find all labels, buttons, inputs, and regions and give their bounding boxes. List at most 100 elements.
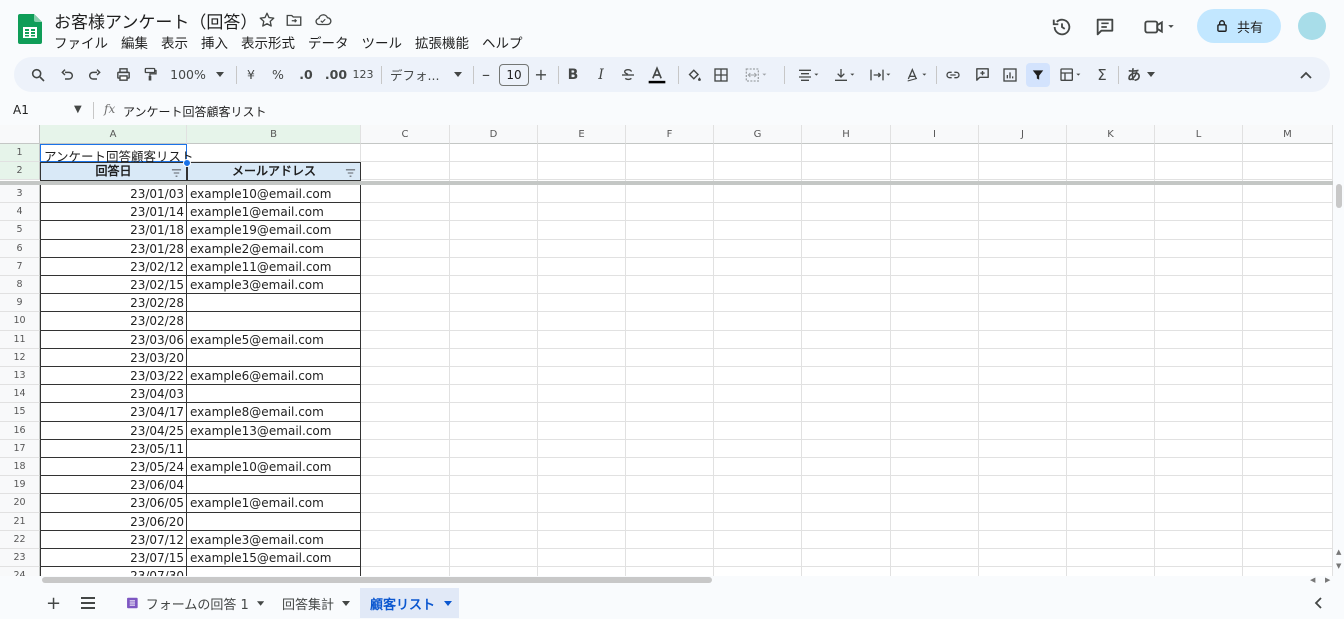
vertical-scrollbar[interactable]	[1336, 184, 1342, 208]
undo-icon[interactable]	[57, 57, 77, 92]
table-cell-email[interactable]	[187, 385, 361, 404]
column-header-e[interactable]: E	[538, 125, 626, 144]
menu-extensions[interactable]: 拡張機能	[415, 32, 469, 52]
row-header-19[interactable]: 19	[0, 476, 40, 495]
table-cell-email[interactable]: example11@email.com	[187, 257, 361, 276]
formula-input[interactable]: アンケート回答顧客リスト	[123, 103, 267, 120]
move-folder-icon[interactable]	[285, 11, 303, 29]
document-title[interactable]: お客様アンケート（回答）	[54, 8, 257, 33]
input-tools-button[interactable]: あ	[1124, 57, 1158, 92]
sheets-logo-icon[interactable]	[18, 14, 42, 44]
selection-handle[interactable]	[183, 159, 191, 167]
increase-font-size-button[interactable]: +	[534, 57, 548, 92]
insert-comment-icon[interactable]	[972, 57, 992, 92]
horizontal-scrollbar[interactable]	[42, 577, 712, 583]
table-cell-email[interactable]: example6@email.com	[187, 367, 361, 386]
table-cell-email[interactable]	[187, 512, 361, 531]
table-cell-email[interactable]	[187, 312, 361, 331]
row-header-14[interactable]: 14	[0, 385, 40, 404]
column-header-f[interactable]: F	[626, 125, 714, 144]
version-history-icon[interactable]	[1051, 16, 1075, 38]
table-cell-email[interactable]: example15@email.com	[187, 549, 361, 568]
row-header-12[interactable]: 12	[0, 348, 40, 367]
horizontal-align-icon[interactable]	[792, 57, 826, 92]
text-rotation-icon[interactable]	[900, 57, 934, 92]
name-box[interactable]: A1	[13, 103, 29, 117]
all-sheets-icon[interactable]	[80, 588, 98, 618]
increase-decimal-button[interactable]: .00	[323, 57, 349, 92]
row-header-17[interactable]: 17	[0, 439, 40, 458]
table-cell-email[interactable]: example19@email.com	[187, 221, 361, 240]
zoom-select[interactable]: 100%	[167, 57, 227, 92]
column-header-c[interactable]: C	[361, 125, 450, 144]
scroll-up-arrow-icon[interactable]: ▲	[1336, 548, 1341, 556]
row-header-13[interactable]: 13	[0, 367, 40, 386]
table-cell-email[interactable]	[187, 348, 361, 367]
row-header-4[interactable]: 4	[0, 203, 40, 222]
sidebar-collapse-icon[interactable]	[1314, 588, 1328, 618]
row-header-15[interactable]: 15	[0, 403, 40, 422]
column-header-h[interactable]: H	[802, 125, 891, 144]
table-cell-date[interactable]: 23/04/25	[40, 421, 187, 440]
table-cell-email[interactable]: example2@email.com	[187, 239, 361, 258]
cloud-saved-icon[interactable]	[313, 11, 332, 29]
menu-file[interactable]: ファイル	[54, 32, 108, 52]
font-family-select[interactable]: デフォ...	[390, 57, 462, 92]
menu-insert[interactable]: 挿入	[201, 32, 228, 52]
menu-edit[interactable]: 編集	[121, 32, 148, 52]
comments-icon[interactable]	[1094, 16, 1118, 38]
table-cell-date[interactable]: 23/07/15	[40, 549, 187, 568]
table-cell-date[interactable]: 23/05/24	[40, 458, 187, 477]
row-header-22[interactable]: 22	[0, 530, 40, 549]
row-header-5[interactable]: 5	[0, 221, 40, 240]
column-header-k[interactable]: K	[1067, 125, 1155, 144]
row-header-3[interactable]: 3	[0, 185, 40, 204]
table-cell-date[interactable]: 23/01/18	[40, 221, 187, 240]
print-icon[interactable]	[113, 57, 133, 92]
sheet-tab-summary[interactable]: 回答集計	[274, 588, 358, 618]
table-cell-date[interactable]: 23/03/20	[40, 348, 187, 367]
table-cell-date[interactable]: 23/02/12	[40, 257, 187, 276]
row-header-11[interactable]: 11	[0, 330, 40, 349]
percent-format-button[interactable]: %	[270, 57, 286, 92]
column-header-d[interactable]: D	[450, 125, 538, 144]
table-cell-email[interactable]	[187, 567, 361, 576]
table-cell-email[interactable]: example10@email.com	[187, 458, 361, 477]
search-menus-icon[interactable]	[28, 57, 48, 92]
column-header-l[interactable]: L	[1155, 125, 1243, 144]
table-cell-date[interactable]: 23/03/22	[40, 367, 187, 386]
paint-format-icon[interactable]	[140, 57, 160, 92]
redo-icon[interactable]	[85, 57, 105, 92]
column-header-i[interactable]: I	[891, 125, 979, 144]
sheet-tab-form-responses[interactable]: フォームの回答 1	[118, 588, 264, 618]
table-cell-date[interactable]: 23/02/28	[40, 294, 187, 313]
table-cell-email[interactable]	[187, 294, 361, 313]
row-header-1[interactable]: 1	[0, 144, 40, 162]
row-header-7[interactable]: 7	[0, 257, 40, 276]
table-cell-date[interactable]: 23/02/28	[40, 312, 187, 331]
bold-button[interactable]: B	[565, 57, 581, 92]
table-cell-email[interactable]: example13@email.com	[187, 421, 361, 440]
table-cell-email[interactable]: example8@email.com	[187, 403, 361, 422]
column-header-b[interactable]: B	[187, 125, 361, 144]
table-cell-date[interactable]: 23/02/15	[40, 276, 187, 295]
header-cell[interactable]: 回答日	[40, 162, 187, 181]
spreadsheet-grid[interactable]: ABCDEFGHIJKLM 1 2 3 4 5 6 7 8 9 10 11 12 13 14 15 16 17 1…	[0, 125, 1333, 576]
freeze-divider[interactable]	[0, 181, 1333, 185]
font-size-input[interactable]: 10	[499, 57, 529, 92]
menu-data[interactable]: データ	[308, 32, 349, 52]
row-header-23[interactable]: 23	[0, 549, 40, 568]
scroll-right-arrow-icon[interactable]: ▶	[1325, 576, 1330, 584]
strikethrough-icon[interactable]	[620, 57, 636, 92]
merge-cells-icon[interactable]	[739, 57, 775, 92]
row-header-10[interactable]: 10	[0, 312, 40, 331]
table-cell-date[interactable]: 23/07/12	[40, 530, 187, 549]
row-header-21[interactable]: 21	[0, 512, 40, 531]
column-header-g[interactable]: G	[714, 125, 802, 144]
avatar[interactable]	[1298, 12, 1326, 40]
vertical-align-icon[interactable]	[828, 57, 862, 92]
add-sheet-button[interactable]: +	[46, 588, 62, 618]
menu-help[interactable]: ヘルプ	[482, 32, 523, 52]
more-formats-button[interactable]: 123	[352, 57, 374, 92]
scroll-down-arrow-icon[interactable]: ▼	[1336, 562, 1341, 570]
